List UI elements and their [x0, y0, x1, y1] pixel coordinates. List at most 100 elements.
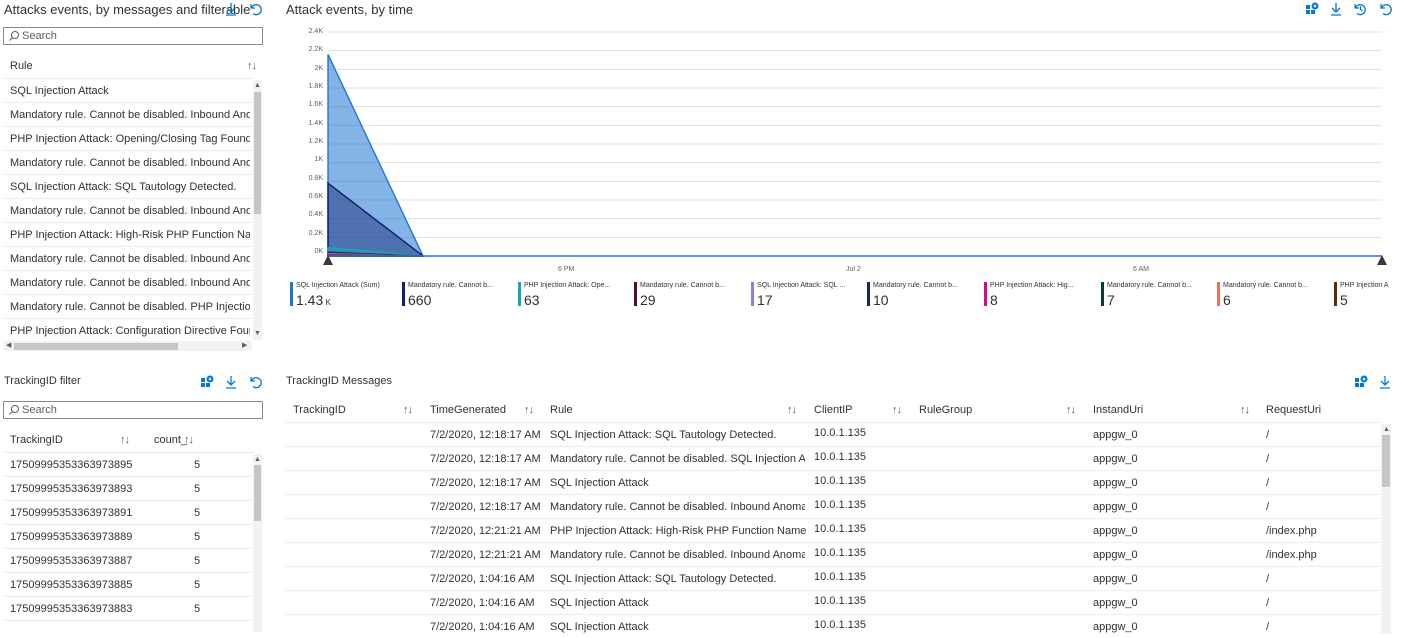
table-row[interactable]: 7/2/2020, 1:04:16 AM SQL Injection Attac… [285, 615, 1380, 635]
instanduri-cell: appgw_0 [1093, 501, 1138, 513]
column-header-count[interactable]: count_ [154, 434, 187, 446]
legend-series-name: SQL Injection Attack: SQL ... [757, 282, 846, 289]
sort-icon[interactable]: ↑↓ [524, 404, 534, 416]
table-row[interactable]: 7/2/2020, 12:21:21 AM PHP Injection Atta… [285, 519, 1380, 543]
count-cell: 5 [194, 579, 201, 591]
count-cell: 5 [194, 555, 201, 567]
table-row[interactable]: 7/2/2020, 1:04:16 AM SQL Injection Attac… [285, 567, 1380, 591]
timegenerated-cell: 7/2/2020, 12:21:21 AM [430, 525, 541, 537]
scrollbar-thumb[interactable] [14, 343, 178, 350]
count-cell: 5 [194, 483, 201, 495]
legend-item[interactable]: Mandatory rule. Cannot b... 29 [634, 282, 742, 308]
timegenerated-cell: 7/2/2020, 1:04:16 AM [430, 597, 535, 609]
scroll-up-icon[interactable]: ▲ [1383, 426, 1390, 433]
vertical-scrollbar[interactable]: ▲ [253, 454, 262, 632]
sort-icon[interactable]: ↑↓ [892, 404, 902, 416]
horizontal-scrollbar[interactable]: ◀ ▶ [4, 341, 252, 351]
legend-item[interactable]: PHP Injection Attack: Hig... 8 [984, 282, 1092, 308]
legend-value-unit: K [323, 298, 331, 307]
legend-color-swatch [1217, 282, 1220, 306]
clientip-cell: 10.0.1.135 [814, 475, 866, 487]
list-item[interactable]: PHP Injection Attack: Configuration Dire… [4, 319, 252, 341]
table-row[interactable]: 7/2/2020, 12:18:17 AM Mandatory rule. Ca… [285, 447, 1380, 471]
scroll-right-icon[interactable]: ▶ [242, 342, 247, 349]
rule-cell: SQL Injection Attack [550, 621, 649, 633]
vertical-scrollbar[interactable]: ▲ [1381, 424, 1391, 634]
column-header-clientip[interactable]: ClientIP [814, 404, 853, 416]
column-header-timegenerated[interactable]: TimeGenerated [430, 404, 506, 416]
column-header-rulegroup[interactable]: RuleGroup [919, 404, 972, 416]
legend-series-name: Mandatory rule. Cannot b... [408, 282, 493, 289]
pin-to-dashboard-icon[interactable] [1353, 374, 1369, 390]
timegenerated-cell: 7/2/2020, 1:04:16 AM [430, 573, 535, 585]
legend-color-swatch [634, 282, 637, 306]
legend-item[interactable]: PHP Injection A 5 [1334, 282, 1394, 308]
rule-cell: PHP Injection Attack: Configuration Dire… [10, 325, 250, 337]
attack-events-chart[interactable] [0, 0, 1405, 280]
sort-icon[interactable]: ↑↓ [120, 434, 130, 446]
rule-cell: Mandatory rule. Cannot be disabled. PHP … [10, 301, 250, 313]
table-row[interactable]: 17509995353363973891 5 [4, 501, 252, 525]
table-row[interactable]: 17509995353363973883 5 [4, 597, 252, 621]
scroll-down-icon[interactable]: ▼ [254, 330, 261, 337]
table-row[interactable]: 7/2/2020, 1:04:16 AM SQL Injection Attac… [285, 591, 1380, 615]
rule-cell: SQL Injection Attack: SQL Tautology Dete… [550, 429, 777, 441]
legend-series-name: SQL Injection Attack (Sum) [296, 282, 380, 289]
sort-icon[interactable]: ↑↓ [787, 404, 797, 416]
legend-item[interactable]: SQL Injection Attack (Sum) 1.43 K [290, 282, 398, 308]
requesturi-cell: /index.php [1266, 549, 1317, 561]
timegenerated-cell: 7/2/2020, 12:18:17 AM [430, 501, 541, 513]
undo-icon[interactable] [247, 374, 263, 390]
table-row[interactable]: 7/2/2020, 12:18:17 AM Mandatory rule. Ca… [285, 495, 1380, 519]
table-row[interactable]: 17509995353363973885 5 [4, 573, 252, 597]
sort-icon[interactable]: ↑↓ [403, 404, 413, 416]
column-header-trackingid[interactable]: TrackingID [293, 404, 346, 416]
table-row[interactable]: 7/2/2020, 12:18:17 AM SQL Injection Atta… [285, 471, 1380, 495]
column-header-trackingid[interactable]: TrackingID [10, 434, 63, 446]
scrollbar-thumb[interactable] [1382, 435, 1390, 487]
legend-item[interactable]: Mandatory rule. Cannot b... 7 [1101, 282, 1209, 308]
rule-cell: SQL Injection Attack: SQL Tautology Dete… [550, 573, 777, 585]
legend-item[interactable]: Mandatory rule. Cannot b... 6 [1217, 282, 1325, 308]
scroll-up-icon[interactable]: ▲ [254, 456, 261, 463]
count-cell: 5 [194, 603, 201, 615]
scroll-left-icon[interactable]: ◀ [6, 342, 11, 349]
sort-icon[interactable]: ↑↓ [1240, 404, 1250, 416]
requesturi-cell: / [1266, 573, 1270, 585]
pin-to-dashboard-icon[interactable] [199, 374, 215, 390]
tracking-search-input[interactable] [22, 403, 242, 417]
legend-item[interactable]: SQL Injection Attack: SQL ... 17 [751, 282, 859, 308]
timegenerated-cell: 7/2/2020, 12:21:21 AM [430, 549, 541, 561]
sort-icon[interactable]: ↑↓ [184, 434, 194, 446]
legend-item[interactable]: Mandatory rule. Cannot b... 10 [867, 282, 975, 308]
messages-table: 7/2/2020, 12:18:17 AM SQL Injection Atta… [285, 423, 1380, 635]
instanduri-cell: appgw_0 [1093, 549, 1138, 561]
table-row[interactable]: 17509995353363973893 5 [4, 477, 252, 501]
trackingid-cell: 17509995353363973887 [10, 555, 133, 567]
legend-series-value: 660 [408, 292, 432, 308]
table-row[interactable]: 17509995353363973895 5 [4, 453, 252, 477]
legend-item[interactable]: Mandatory rule. Cannot b... 660 [402, 282, 510, 308]
clientip-cell: 10.0.1.135 [814, 451, 866, 463]
column-header-instanduri[interactable]: InstandUri [1093, 404, 1143, 416]
scrollbar-thumb[interactable] [254, 465, 261, 521]
legend-item[interactable]: PHP Injection Attack: Ope... 63 [518, 282, 626, 308]
table-row[interactable]: 7/2/2020, 12:18:17 AM SQL Injection Atta… [285, 423, 1380, 447]
column-header-rule[interactable]: Rule [550, 404, 573, 416]
table-row[interactable]: 7/2/2020, 12:21:21 AM Mandatory rule. Ca… [285, 543, 1380, 567]
download-icon[interactable] [223, 374, 239, 390]
download-icon[interactable] [1377, 374, 1393, 390]
tracking-search-box[interactable] [3, 401, 263, 419]
table-row[interactable]: 17509995353363973887 5 [4, 549, 252, 573]
count-cell: 5 [194, 459, 201, 471]
legend-color-swatch [402, 282, 405, 306]
table-row[interactable]: 17509995353363973889 5 [4, 525, 252, 549]
instanduri-cell: appgw_0 [1093, 477, 1138, 489]
legend-series-name: Mandatory rule. Cannot b... [1223, 282, 1308, 289]
instanduri-cell: appgw_0 [1093, 453, 1138, 465]
sort-icon[interactable]: ↑↓ [1066, 404, 1076, 416]
requesturi-cell: / [1266, 621, 1270, 633]
column-header-requesturi[interactable]: RequestUri [1266, 404, 1321, 416]
list-item[interactable]: Mandatory rule. Cannot be disabled. PHP … [4, 295, 252, 319]
legend-color-swatch [1334, 282, 1337, 306]
